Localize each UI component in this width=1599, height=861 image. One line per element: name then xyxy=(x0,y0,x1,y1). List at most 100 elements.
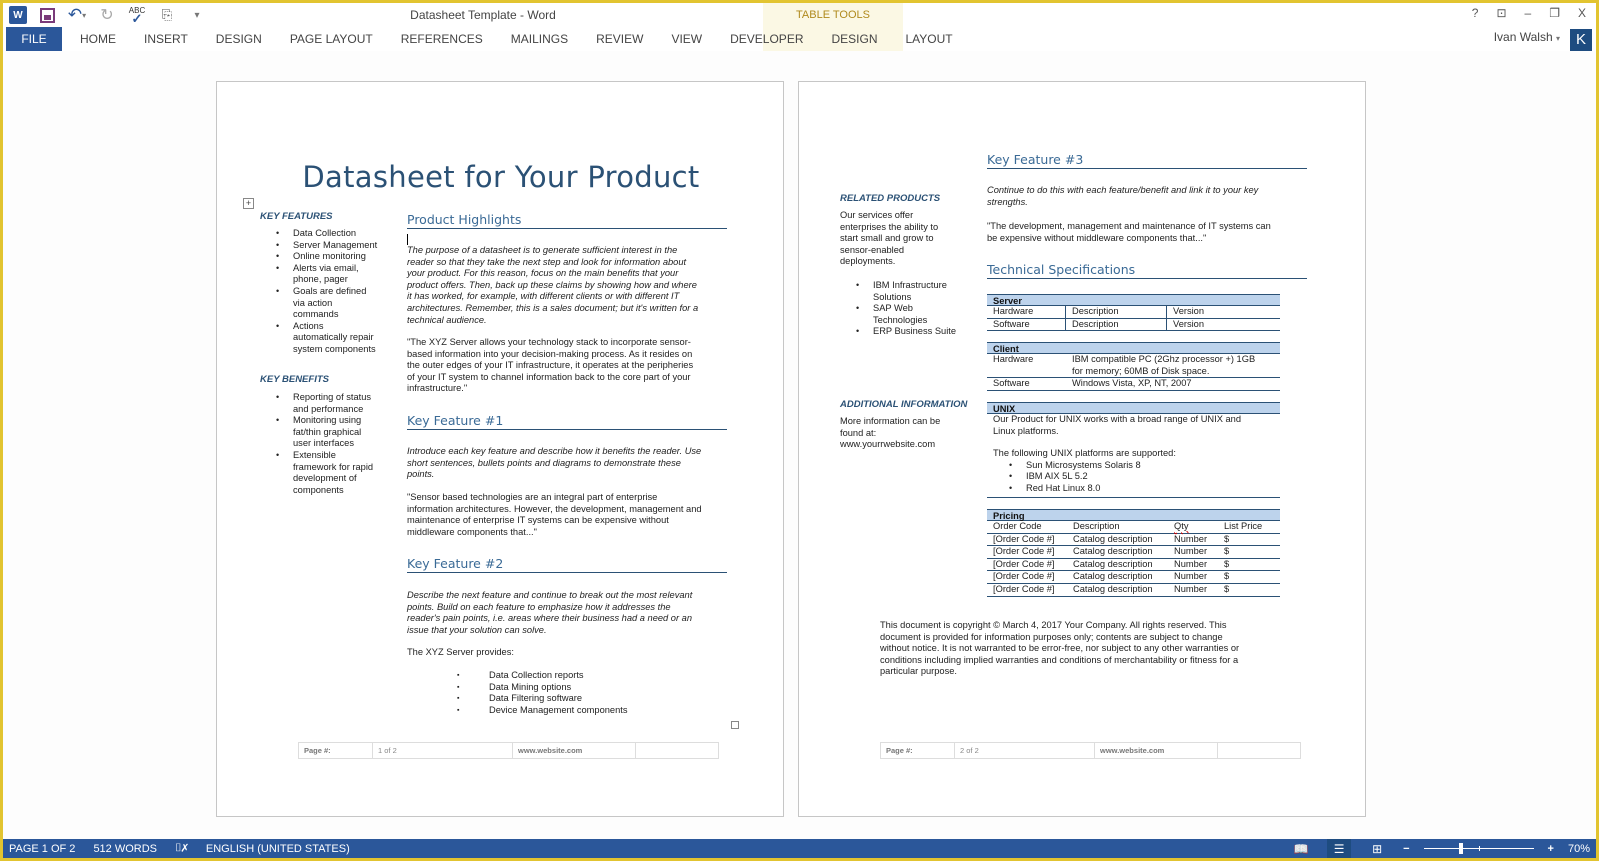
footer-page-value: 1 of 2 xyxy=(373,743,513,758)
related-product-item: SAP WebTechnologies xyxy=(840,303,980,326)
tab-mailings[interactable]: MAILINGS xyxy=(497,27,582,51)
tab-table-design[interactable]: DESIGN xyxy=(817,27,891,51)
help-icon[interactable]: ? xyxy=(1472,6,1479,20)
tab-file[interactable]: FILE xyxy=(6,27,62,51)
zoom-slider-thumb[interactable] xyxy=(1458,843,1463,854)
pricing-cell-qty: Number xyxy=(1174,546,1208,557)
zoom-out-button[interactable]: − xyxy=(1403,843,1409,855)
footer-page-label: Page #: xyxy=(881,743,955,758)
tab-insert[interactable]: INSERT xyxy=(130,27,202,51)
text-line: Describe the next feature and continue t… xyxy=(407,590,693,600)
proofing-icon[interactable]: ⌷✗ xyxy=(175,842,188,855)
pricing-cell-description: Catalog description xyxy=(1073,583,1153,594)
column-header-list-price: List Price xyxy=(1224,521,1263,531)
page-1[interactable]: Datasheet for Your Product + KEY FEATURE… xyxy=(216,81,784,817)
pricing-cell-qty: Number xyxy=(1174,583,1208,594)
tab-table-layout[interactable]: LAYOUT xyxy=(892,27,967,51)
zoom-slider-midpoint xyxy=(1478,846,1480,851)
key-feature-item: Server Management xyxy=(260,240,410,252)
client-cell-type: Software xyxy=(993,378,1030,389)
pricing-table-row: [Order Code #] Catalog description Number $ xyxy=(987,534,1280,547)
tab-developer[interactable]: DEVELOPER xyxy=(716,27,817,51)
text-line: issue that your solution can solve. xyxy=(407,624,547,635)
text-line: found at: xyxy=(840,427,877,438)
product-highlights-quote: "The XYZ Server allows your technology s… xyxy=(407,337,737,395)
ribbon-display-options-icon[interactable]: ⊡ xyxy=(1496,6,1506,20)
table-resize-handle-icon[interactable] xyxy=(731,721,739,729)
user-account[interactable]: Ivan Walsh ▾ xyxy=(1494,30,1560,44)
text-line: deployments. xyxy=(840,256,896,267)
tab-references[interactable]: REFERENCES xyxy=(387,27,497,51)
pricing-header-row: Order Code Description Qty List Price xyxy=(987,521,1280,534)
pricing-cell-description: Catalog description xyxy=(1073,571,1153,582)
tab-page-layout[interactable]: PAGE LAYOUT xyxy=(276,27,387,51)
key-feature-item: Actionsautomatically repairsystem compon… xyxy=(260,321,410,356)
text-line: www.yourrwebsite.com xyxy=(840,439,936,450)
zoom-level[interactable]: 70% xyxy=(1568,843,1590,855)
related-products-text: Our services offer enterprises the abilit… xyxy=(840,210,970,268)
avatar[interactable]: K xyxy=(1570,29,1592,51)
tab-view[interactable]: VIEW xyxy=(657,27,716,51)
text-line: sensor-enabled xyxy=(840,244,905,255)
page-count[interactable]: PAGE 1 OF 2 xyxy=(9,843,75,855)
unix-platform-item: IBM AIX 5L 5.2 xyxy=(993,471,1274,483)
provides-item: Device Management components xyxy=(407,705,737,717)
server-table-row: Software Description Version xyxy=(987,318,1280,332)
pricing-cell-list-price: $ xyxy=(1224,583,1230,594)
unix-platform-list: Sun Microsystems Solaris 8IBM AIX 5L 5.2… xyxy=(993,460,1274,495)
document-title: Datasheet for Your Product xyxy=(302,160,700,194)
text-line: Linux platforms. xyxy=(993,425,1059,436)
client-cell-details: IBM compatible PC (2Ghz processor +) 1GB… xyxy=(1072,354,1280,377)
footer-page-value: 2 of 2 xyxy=(955,743,1095,758)
client-cell-type: Hardware xyxy=(993,354,1034,364)
print-layout-button[interactable]: ☰ xyxy=(1327,839,1352,858)
server-spec-table[interactable]: Server Hardware Description Version Softwar… xyxy=(987,294,1280,332)
unix-spec-table[interactable]: UNIX Our Product for UNIX works with a b… xyxy=(987,402,1280,498)
text-cursor xyxy=(407,234,408,245)
word-count[interactable]: 512 WORDS xyxy=(93,843,157,855)
key-benefit-item: Monitoring usingfat/thin graphicaluser i… xyxy=(260,415,410,450)
server-table-title: Server xyxy=(987,294,1280,306)
text-line: points. xyxy=(407,469,435,480)
provides-list: Data Collection reportsData Mining optio… xyxy=(407,670,737,716)
pricing-table[interactable]: Pricing Order Code Description Qty List … xyxy=(987,509,1280,597)
restore-icon[interactable]: ❐ xyxy=(1549,6,1560,20)
unix-table-title: UNIX xyxy=(987,402,1280,414)
minimize-icon[interactable]: – xyxy=(1525,6,1532,20)
zoom-in-button[interactable]: + xyxy=(1548,843,1554,855)
page-footer: Page #: 2 of 2 www.website.com xyxy=(880,742,1301,759)
document-canvas[interactable]: Datasheet for Your Product + KEY FEATURE… xyxy=(3,51,1596,839)
read-mode-button[interactable]: 📖 xyxy=(1289,839,1313,858)
pricing-cell-order-code: [Order Code #] xyxy=(993,558,1055,569)
text-line: architectures. Remember, this is a sales… xyxy=(407,302,699,313)
pricing-table-row: [Order Code #] Catalog description Number $ xyxy=(987,584,1280,597)
key-feature-3-quote: "The development, management and mainten… xyxy=(987,221,1307,244)
text-line: particular purpose. xyxy=(880,666,957,677)
close-icon[interactable]: X xyxy=(1578,6,1586,20)
chevron-down-icon: ▾ xyxy=(1555,34,1560,43)
client-spec-table[interactable]: Client Hardware IBM compatible PC (2Ghz p… xyxy=(987,342,1280,391)
key-feature-3-intro: Continue to do this with each feature/be… xyxy=(987,185,1307,208)
pricing-cell-order-code: [Order Code #] xyxy=(993,546,1055,557)
page-2[interactable]: Key Feature #3 Continue to do this with … xyxy=(798,81,1366,817)
title-bar: W ↶ ▾ ↻ ABC ✓ ⎘ ▾ Datasheet Template - Wor… xyxy=(3,3,1596,51)
unix-platform-item: Red Hat Linux 8.0 xyxy=(993,483,1274,495)
web-layout-button[interactable]: ⊞ xyxy=(1365,839,1389,858)
key-feature-item: Alerts via email,phone, pager xyxy=(260,263,410,286)
table-move-handle-icon[interactable]: + xyxy=(243,198,254,209)
text-line: enterprises the ability to xyxy=(840,221,939,232)
provides-item: Data Mining options xyxy=(407,682,737,694)
tab-design[interactable]: DESIGN xyxy=(202,27,276,51)
text-line: Continue to do this with each feature/be… xyxy=(987,185,1259,195)
text-line: short sentences, bullets points and diag… xyxy=(407,457,681,468)
text-line: of your IT system to channel information… xyxy=(407,371,691,382)
additional-info-text: More information can be found at: www.your… xyxy=(840,416,980,451)
pricing-cell-qty: Number xyxy=(1174,533,1208,544)
zoom-slider[interactable] xyxy=(1423,839,1534,858)
tab-home[interactable]: HOME xyxy=(66,27,130,51)
language[interactable]: ENGLISH (UNITED STATES) xyxy=(206,843,350,855)
tab-review[interactable]: REVIEW xyxy=(582,27,657,51)
user-name: Ivan Walsh xyxy=(1493,30,1553,44)
text-line: "The development, management and mainten… xyxy=(987,221,1271,231)
pricing-cell-list-price: $ xyxy=(1224,533,1230,544)
